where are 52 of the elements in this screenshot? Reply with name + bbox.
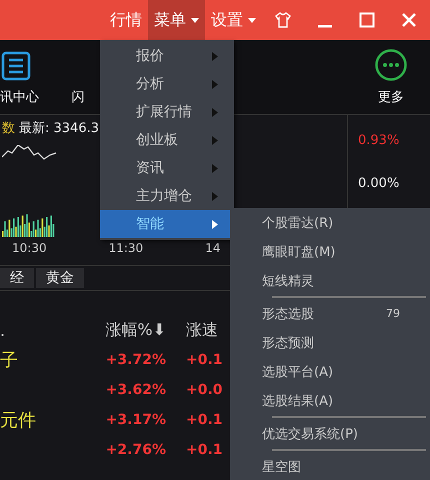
percent-value: 0.00%: [358, 176, 400, 191]
column-header[interactable]: 涨幅%⬇: [80, 320, 166, 340]
menu-item[interactable]: 鹰眼盯盘(M): [230, 237, 430, 266]
menu-item[interactable]: 形态预测: [230, 328, 430, 357]
menu-item[interactable]: 资讯: [100, 154, 234, 182]
shirt-icon: [274, 11, 292, 29]
table-cell: +0.1: [186, 442, 224, 458]
toolbar-button[interactable]: 更多: [366, 40, 416, 114]
submenu-arrow-icon: [212, 136, 218, 144]
latest-price: 最新: 3346.3: [19, 120, 99, 137]
time-label: 14: [205, 241, 220, 255]
column-header[interactable]: 涨速: [186, 320, 224, 340]
percent-value: 0.93%: [358, 133, 400, 148]
table-cell-text: 元件: [0, 409, 37, 432]
tab[interactable]: 黄金: [36, 268, 84, 288]
menu-item[interactable]: 星空图: [230, 452, 430, 480]
time-label: 11:30: [108, 241, 144, 255]
close-icon: [401, 12, 417, 28]
table-cell-text: +2.76%: [104, 442, 166, 458]
menu-item[interactable]: 选股平台(A): [230, 357, 430, 386]
maximize-icon: [359, 12, 375, 28]
submenu-arrow-icon: [212, 80, 218, 88]
menu-item[interactable]: 主力增仓: [100, 182, 234, 210]
table-cell-text: 子: [0, 349, 19, 372]
toolbar-button[interactable]: 讯中心: [0, 40, 52, 114]
menu-item[interactable]: 优选交易系统(P): [230, 419, 430, 448]
menu-item[interactable]: 创业板: [100, 126, 234, 154]
menu-item[interactable]: 选股结果(A): [230, 386, 430, 415]
table-cell: +0.1: [186, 352, 224, 368]
tab[interactable]: 经: [0, 268, 34, 288]
submenu-arrow-icon: [212, 220, 218, 228]
submenu-arrow-icon: [212, 164, 218, 172]
menu-item[interactable]: 形态选股 79: [230, 299, 430, 328]
menu-bar-item[interactable]: 设置: [205, 0, 262, 40]
menu-bar-item[interactable]: 菜单: [148, 0, 205, 40]
shortcut-label: 79: [386, 307, 400, 320]
minimize-icon: [318, 24, 332, 28]
submenu-arrow-icon: [212, 192, 218, 200]
table-cell-text: +3.17%: [104, 412, 166, 428]
document-icon: [0, 50, 32, 82]
index-name: 数: [2, 120, 15, 137]
time-label: 10:30: [12, 241, 47, 255]
more-icon: [374, 48, 408, 82]
table-cell-text: +3.72%: [104, 352, 166, 368]
column-header[interactable]: .: [0, 320, 80, 340]
submenu-arrow-icon: [212, 52, 218, 60]
menu-bar-item[interactable]: 行情: [104, 0, 148, 40]
table-cell: +0.0: [186, 382, 224, 398]
table-cell-text: +3.62%: [104, 382, 166, 398]
table-cell: +0.1: [186, 412, 224, 428]
submenu-arrow-icon: [212, 108, 218, 116]
menu-item[interactable]: 短线精灵: [230, 266, 430, 295]
